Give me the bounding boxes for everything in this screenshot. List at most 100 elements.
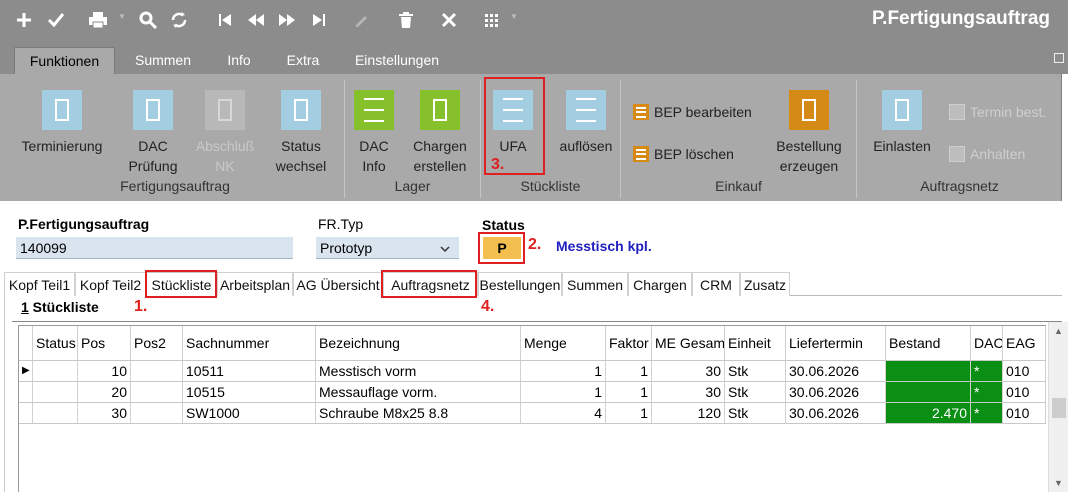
- bep-bearbeiten-button[interactable]: BEP bearbeiten: [633, 104, 752, 120]
- termin-best-button[interactable]: Termin best.: [949, 104, 1046, 120]
- menu-tab-funktionen[interactable]: Funktionen: [14, 47, 115, 74]
- cell-pos[interactable]: 20: [78, 382, 131, 402]
- cell-pos2[interactable]: [131, 382, 183, 402]
- cell-faktor[interactable]: 1: [606, 382, 652, 402]
- status-wechsel-button[interactable]: Status wechsel: [268, 90, 334, 176]
- menu-tab-info[interactable]: Info: [212, 47, 266, 74]
- cell-status[interactable]: [33, 403, 78, 423]
- cell-einheit[interactable]: Stk: [725, 382, 786, 402]
- close-icon[interactable]: [437, 8, 461, 32]
- type-select[interactable]: Prototyp: [316, 237, 459, 259]
- chargen-erstellen-button[interactable]: Chargen erstellen: [405, 90, 475, 176]
- first-icon[interactable]: [213, 8, 237, 32]
- table-row[interactable]: 30 SW1000 Schraube M8x25 8.8 4 1 120 Stk…: [19, 403, 1046, 424]
- table-row[interactable]: 20 10515 Messauflage vorm. 1 1 30 Stk 30…: [19, 382, 1046, 403]
- cell-einheit[interactable]: Stk: [725, 403, 786, 423]
- tab-summen[interactable]: Summen: [562, 272, 628, 296]
- refresh-icon[interactable]: [167, 8, 191, 32]
- cell-dac[interactable]: *: [971, 382, 1003, 402]
- menu-tab-extra[interactable]: Extra: [274, 47, 332, 74]
- col-header-pos[interactable]: Pos: [78, 326, 131, 360]
- cell-einheit[interactable]: Stk: [725, 361, 786, 381]
- dac-info-button[interactable]: DAC Info: [351, 90, 397, 176]
- check-icon[interactable]: [44, 8, 68, 32]
- col-header-sachnummer[interactable]: Sachnummer: [183, 326, 316, 360]
- cell-status[interactable]: [33, 382, 78, 402]
- cell-sachnummer[interactable]: 10511: [183, 361, 316, 381]
- aufloesen-button[interactable]: auflösen: [555, 90, 617, 156]
- col-header-bezeichnung[interactable]: Bezeichnung: [316, 326, 521, 360]
- subpanel-title[interactable]: 1 Stückliste: [21, 299, 99, 315]
- cell-dac[interactable]: *: [971, 403, 1003, 423]
- menu-tab-einstellungen[interactable]: Einstellungen: [342, 47, 452, 74]
- cell-bezeichnung[interactable]: Messtisch vorm: [316, 361, 521, 381]
- delete-icon[interactable]: [394, 8, 418, 32]
- edit-icon[interactable]: [349, 8, 373, 32]
- cell-pos2[interactable]: [131, 361, 183, 381]
- cell-pos[interactable]: 30: [78, 403, 131, 423]
- scroll-thumb[interactable]: [1052, 398, 1066, 418]
- col-header-menge[interactable]: Menge: [521, 326, 606, 360]
- prev-icon[interactable]: [244, 8, 268, 32]
- cell-liefertermin[interactable]: 30.06.2026: [786, 403, 886, 423]
- menu-tab-summen[interactable]: Summen: [122, 47, 204, 74]
- cell-menge[interactable]: 4: [521, 403, 606, 423]
- cell-status[interactable]: [33, 361, 78, 381]
- cell-liefertermin[interactable]: 30.06.2026: [786, 361, 886, 381]
- scroll-up-icon[interactable]: ▲: [1054, 326, 1063, 336]
- col-header-eag[interactable]: EAG: [1003, 326, 1046, 360]
- einlasten-button[interactable]: Einlasten: [867, 90, 937, 156]
- col-header-faktor[interactable]: Faktor: [606, 326, 652, 360]
- tab-kopf-teil1[interactable]: Kopf Teil1: [4, 272, 75, 296]
- search-icon[interactable]: [136, 8, 160, 32]
- cell-liefertermin[interactable]: 30.06.2026: [786, 382, 886, 402]
- cell-menge[interactable]: 1: [521, 382, 606, 402]
- cell-eag[interactable]: 010: [1003, 361, 1046, 381]
- cell-me-gesamt[interactable]: 120: [652, 403, 725, 423]
- table-row[interactable]: ▶ 10 10511 Messtisch vorm 1 1 30 Stk 30.…: [19, 361, 1046, 382]
- col-header-status[interactable]: Status: [33, 326, 78, 360]
- col-header-einheit[interactable]: Einheit: [725, 326, 786, 360]
- col-header-dac[interactable]: DAC: [971, 326, 1003, 360]
- cell-eag[interactable]: 010: [1003, 382, 1046, 402]
- col-header-pos2[interactable]: Pos2: [131, 326, 183, 360]
- print-dropdown-icon[interactable]: ▼: [118, 13, 126, 21]
- cell-bestand[interactable]: 2.470: [886, 403, 971, 423]
- next-icon[interactable]: [275, 8, 299, 32]
- cell-bestand[interactable]: [886, 382, 971, 402]
- last-icon[interactable]: [307, 8, 331, 32]
- tab-chargen[interactable]: Chargen: [628, 272, 692, 296]
- anhalten-button[interactable]: Anhalten: [949, 146, 1025, 162]
- cell-sachnummer[interactable]: SW1000: [183, 403, 316, 423]
- tab-bestellungen[interactable]: Bestellungen: [478, 272, 562, 296]
- cell-faktor[interactable]: 1: [606, 361, 652, 381]
- tab-crm[interactable]: CRM: [692, 272, 740, 296]
- cell-faktor[interactable]: 1: [606, 403, 652, 423]
- order-number-field[interactable]: 140099: [16, 237, 293, 259]
- cell-bestand[interactable]: [886, 361, 971, 381]
- vertical-scrollbar[interactable]: ▲ ▼: [1048, 322, 1068, 492]
- cell-menge[interactable]: 1: [521, 361, 606, 381]
- cell-bezeichnung[interactable]: Schraube M8x25 8.8: [316, 403, 521, 423]
- cell-pos2[interactable]: [131, 403, 183, 423]
- cell-dac[interactable]: *: [971, 361, 1003, 381]
- tab-kopf-teil2[interactable]: Kopf Teil2: [75, 272, 146, 296]
- col-header-me-gesamt[interactable]: ME Gesamt: [652, 326, 725, 360]
- ribbon-collapse-icon[interactable]: [1054, 53, 1064, 63]
- grid-dropdown-icon[interactable]: ▼: [510, 13, 518, 21]
- tab-arbeitsplan[interactable]: Arbeitsplan: [217, 272, 293, 296]
- cell-bezeichnung[interactable]: Messauflage vorm.: [316, 382, 521, 402]
- dac-pruefung-button[interactable]: DAC Prüfung: [120, 90, 186, 176]
- print-icon[interactable]: [86, 8, 110, 32]
- col-header-liefertermin[interactable]: Liefertermin: [786, 326, 886, 360]
- status-button[interactable]: P: [483, 237, 521, 259]
- cell-sachnummer[interactable]: 10515: [183, 382, 316, 402]
- scroll-down-icon[interactable]: ▼: [1054, 478, 1063, 488]
- cell-me-gesamt[interactable]: 30: [652, 382, 725, 402]
- add-icon[interactable]: [12, 8, 36, 32]
- bep-loeschen-button[interactable]: BEP löschen: [633, 146, 734, 162]
- terminierung-button[interactable]: Terminierung: [14, 90, 110, 156]
- grid-icon[interactable]: [480, 8, 504, 32]
- cell-eag[interactable]: 010: [1003, 403, 1046, 423]
- cell-pos[interactable]: 10: [78, 361, 131, 381]
